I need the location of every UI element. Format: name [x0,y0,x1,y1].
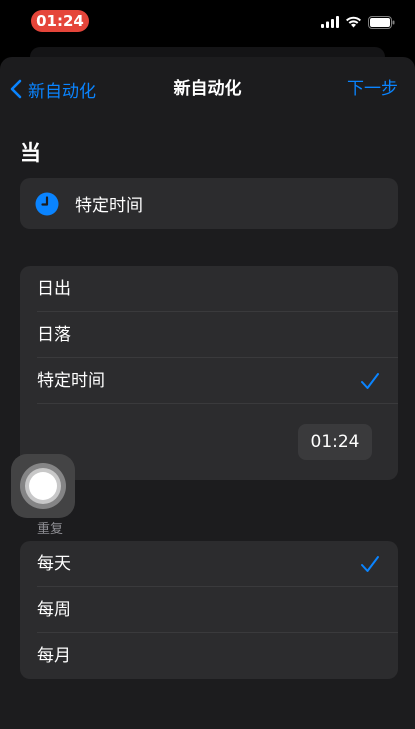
list-item-label: 日出 [37,279,71,299]
status-icons [321,13,395,31]
time-options-list: 日出 日落 特定时间 01:24 [20,266,398,480]
checkmark-icon [361,373,379,389]
list-item-specific-time[interactable]: 特定时间 [20,358,398,404]
list-item-daily[interactable]: 每天 [20,541,398,587]
repeat-heading: 重复 [37,522,64,537]
list-item-label: 每天 [37,554,71,574]
list-item-monthly[interactable]: 每月 [20,633,398,679]
navigation-bar: 新自动化 新自动化 下一步 [0,60,415,116]
list-item-weekly[interactable]: 每周 [20,587,398,633]
list-item-label: 每周 [37,600,71,620]
battery-icon [368,15,395,29]
list-item-sunrise[interactable]: 日出 [20,266,398,312]
assistive-touch-ring [20,463,66,509]
trigger-label: 特定时间 [75,196,143,216]
list-item-label: 日落 [37,325,71,345]
assistive-touch-dot [29,472,57,500]
trigger-row[interactable]: 特定时间 [20,178,398,229]
time-picker-button[interactable]: 01:24 [298,424,372,460]
list-item-label: 特定时间 [37,371,105,391]
status-time[interactable]: 01:24 [31,10,89,32]
cellular-signal-icon [321,16,339,28]
next-button[interactable]: 下一步 [347,77,398,101]
checkmark-icon [361,556,379,572]
repeat-options-list: 每天 每周 每月 [20,541,398,679]
time-picker-row: 01:24 [20,404,398,480]
wifi-icon [346,16,361,28]
assistive-touch-button[interactable] [11,454,75,518]
when-heading: 当 [20,141,41,165]
clock-icon [35,192,59,215]
assistive-touch-ring-inner [25,468,61,504]
status-bar: 01:24 [0,0,415,44]
list-item-sunset[interactable]: 日落 [20,312,398,358]
list-item-label: 每月 [37,646,71,666]
